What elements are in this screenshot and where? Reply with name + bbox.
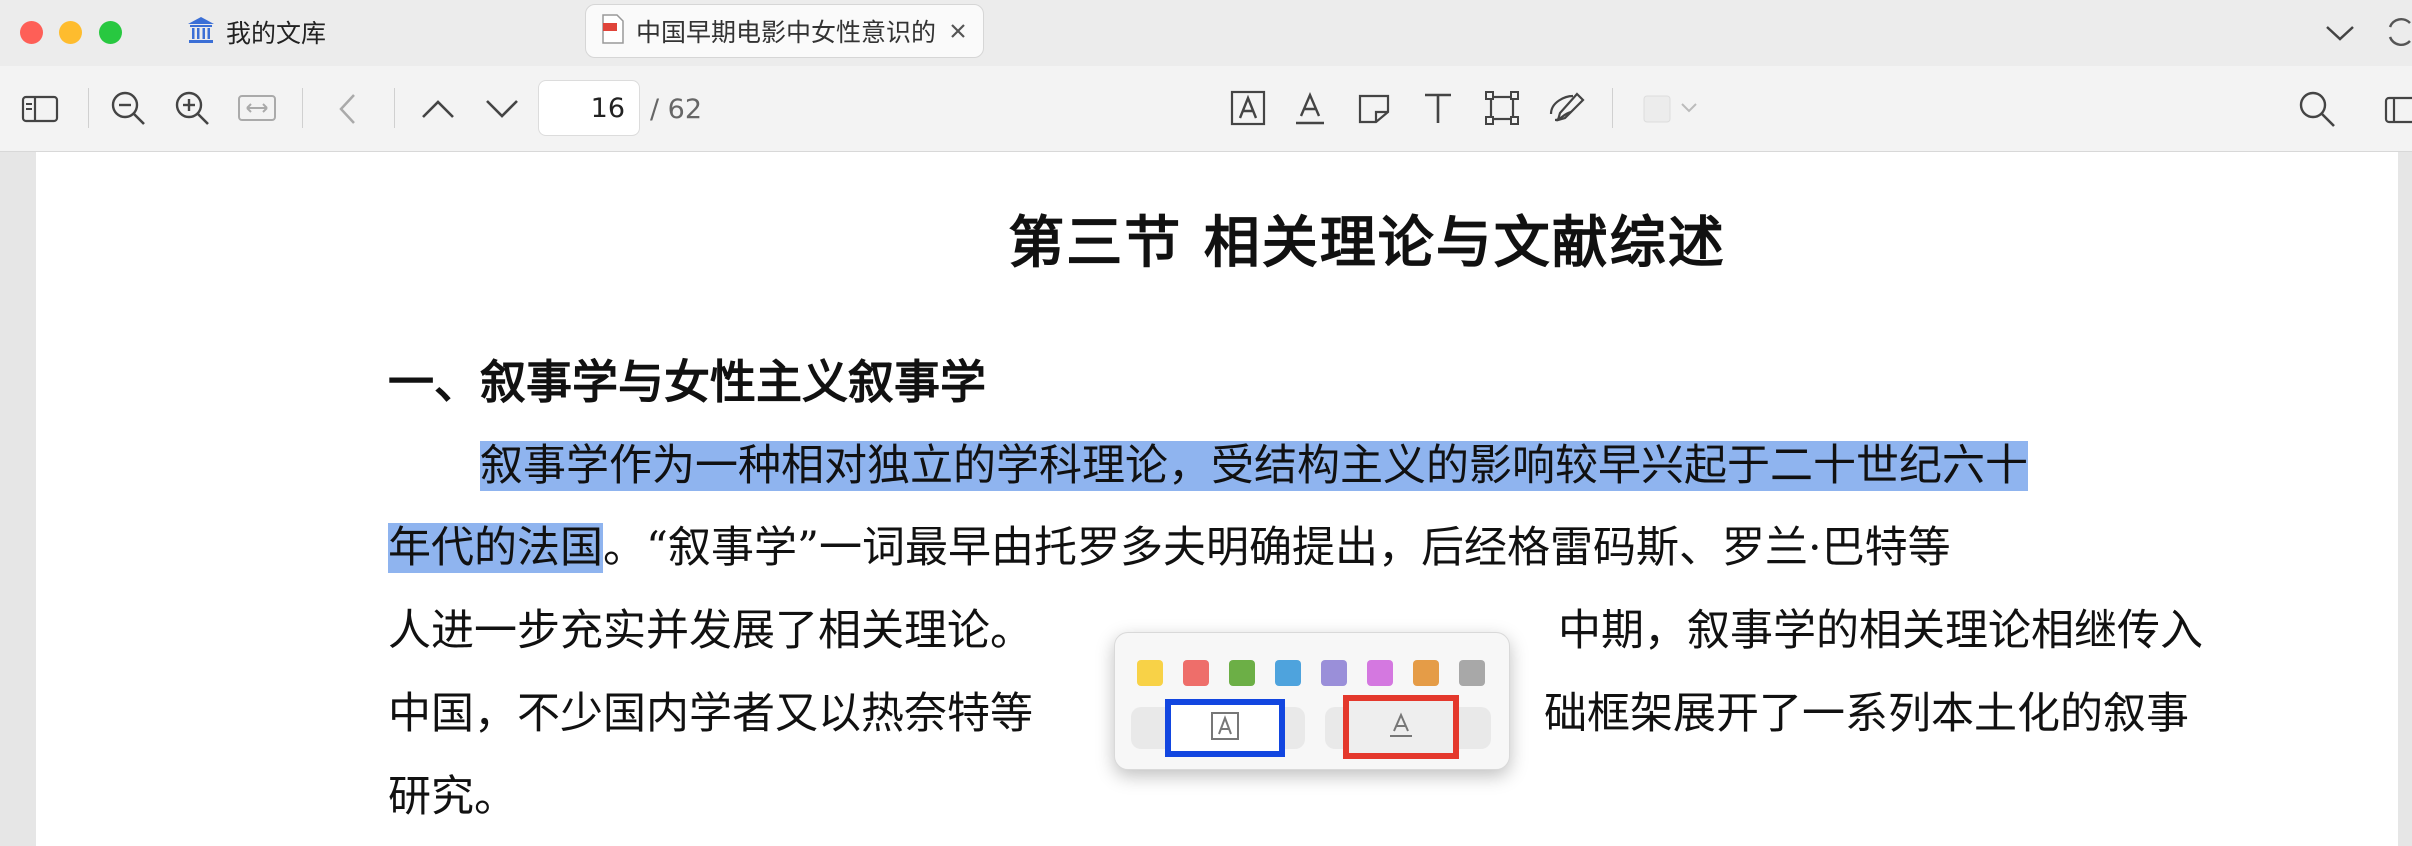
zoom-out-icon[interactable]	[108, 88, 148, 128]
tab-library-label: 我的文库	[226, 19, 327, 48]
body-text: 中期，叙事学的相关理论相继传入	[1558, 606, 2203, 656]
color-swatch-pink[interactable]	[1367, 660, 1393, 686]
page-total: / 62	[650, 94, 703, 125]
title-bar: 我的文库 中国早期电影中女性意识的	[0, 0, 2412, 66]
zoom-window-button[interactable]	[99, 21, 122, 44]
highlighted-text[interactable]: 年代的法国	[388, 523, 603, 573]
color-swatch-orange[interactable]	[1413, 660, 1439, 686]
color-swatch-green[interactable]	[1229, 660, 1255, 686]
sync-icon[interactable]	[2386, 14, 2412, 50]
body-text: 中国，不少国内学者又以热奈特等	[388, 689, 1033, 739]
tab-overview-chevron-icon[interactable]	[2322, 16, 2358, 50]
sidebar-toggle-icon[interactable]	[20, 92, 60, 126]
underline-text-icon[interactable]	[1290, 88, 1330, 128]
fit-width-icon[interactable]	[236, 90, 278, 126]
page-number-input[interactable]: 16	[538, 80, 640, 136]
color-swatch-purple[interactable]	[1321, 660, 1347, 686]
library-icon	[186, 15, 216, 49]
next-page-icon[interactable]	[482, 94, 522, 124]
tab-document[interactable]: 中国早期电影中女性意识的	[585, 4, 984, 58]
highlight-style-icon	[1210, 711, 1240, 745]
inspector-toggle-icon[interactable]	[2380, 94, 2412, 126]
previous-page-icon[interactable]	[418, 94, 458, 124]
back-icon[interactable]	[332, 90, 362, 128]
color-swatch-red[interactable]	[1183, 660, 1209, 686]
close-window-button[interactable]	[20, 21, 43, 44]
paragraph-line-1[interactable]: 叙事学作为一种相对独立的学科理论，受结构主义的影响较早兴起于二十世纪六十	[388, 439, 2272, 494]
body-text: 。“叙事学”一词最早由托罗多夫明确提出，后经格雷码斯、罗兰·巴特等	[603, 523, 1951, 573]
tab-document-label: 中国早期电影中女性意识的	[636, 18, 937, 47]
area-select-icon[interactable]	[1482, 88, 1522, 128]
pdf-file-icon	[600, 14, 626, 48]
zoom-in-icon[interactable]	[172, 88, 212, 128]
annotation-popup	[1114, 632, 1510, 770]
body-text: 人进一步充实并发展了相关理论。	[388, 606, 1033, 656]
underline-style-button[interactable]	[1343, 695, 1459, 759]
paragraph-line-5[interactable]: 研究。	[388, 770, 2272, 825]
body-text: 研究。	[388, 772, 517, 822]
subsection-title: 一、叙事学与女性主义叙事学	[388, 355, 986, 409]
text-box-icon[interactable]	[1418, 88, 1458, 128]
color-dropdown-icon[interactable]	[1678, 98, 1700, 118]
underline-style-icon	[1386, 710, 1416, 744]
highlighted-text[interactable]: 叙事学作为一种相对独立的学科理论，受结构主义的影响较早兴起于二十世纪六十	[480, 441, 2028, 491]
toolbar: 16 / 62	[0, 66, 2412, 152]
paragraph-line-2[interactable]: 年代的法国。“叙事学”一词最早由托罗多夫明确提出，后经格雷码斯、罗兰·巴特等	[388, 521, 2272, 576]
tab-library[interactable]: 我的文库	[186, 12, 326, 52]
minimize-window-button[interactable]	[59, 21, 82, 44]
color-swatch-blue[interactable]	[1275, 660, 1301, 686]
color-swatch-icon[interactable]	[1642, 94, 1672, 124]
right-gutter	[2398, 152, 2412, 846]
color-swatch-yellow[interactable]	[1137, 660, 1163, 686]
note-icon[interactable]	[1354, 88, 1394, 128]
section-title: 第三节 相关理论与文献综述	[1008, 211, 1726, 276]
close-tab-icon[interactable]	[945, 18, 971, 44]
body-text: 础框架展开了一系列本土化的叙事	[1544, 689, 2189, 739]
color-swatch-gray[interactable]	[1459, 660, 1485, 686]
highlight-style-button[interactable]	[1165, 699, 1285, 757]
left-gutter	[0, 152, 36, 846]
search-icon[interactable]	[2296, 88, 2338, 130]
ink-pen-icon[interactable]	[1546, 88, 1586, 128]
highlight-text-icon[interactable]	[1228, 88, 1268, 128]
